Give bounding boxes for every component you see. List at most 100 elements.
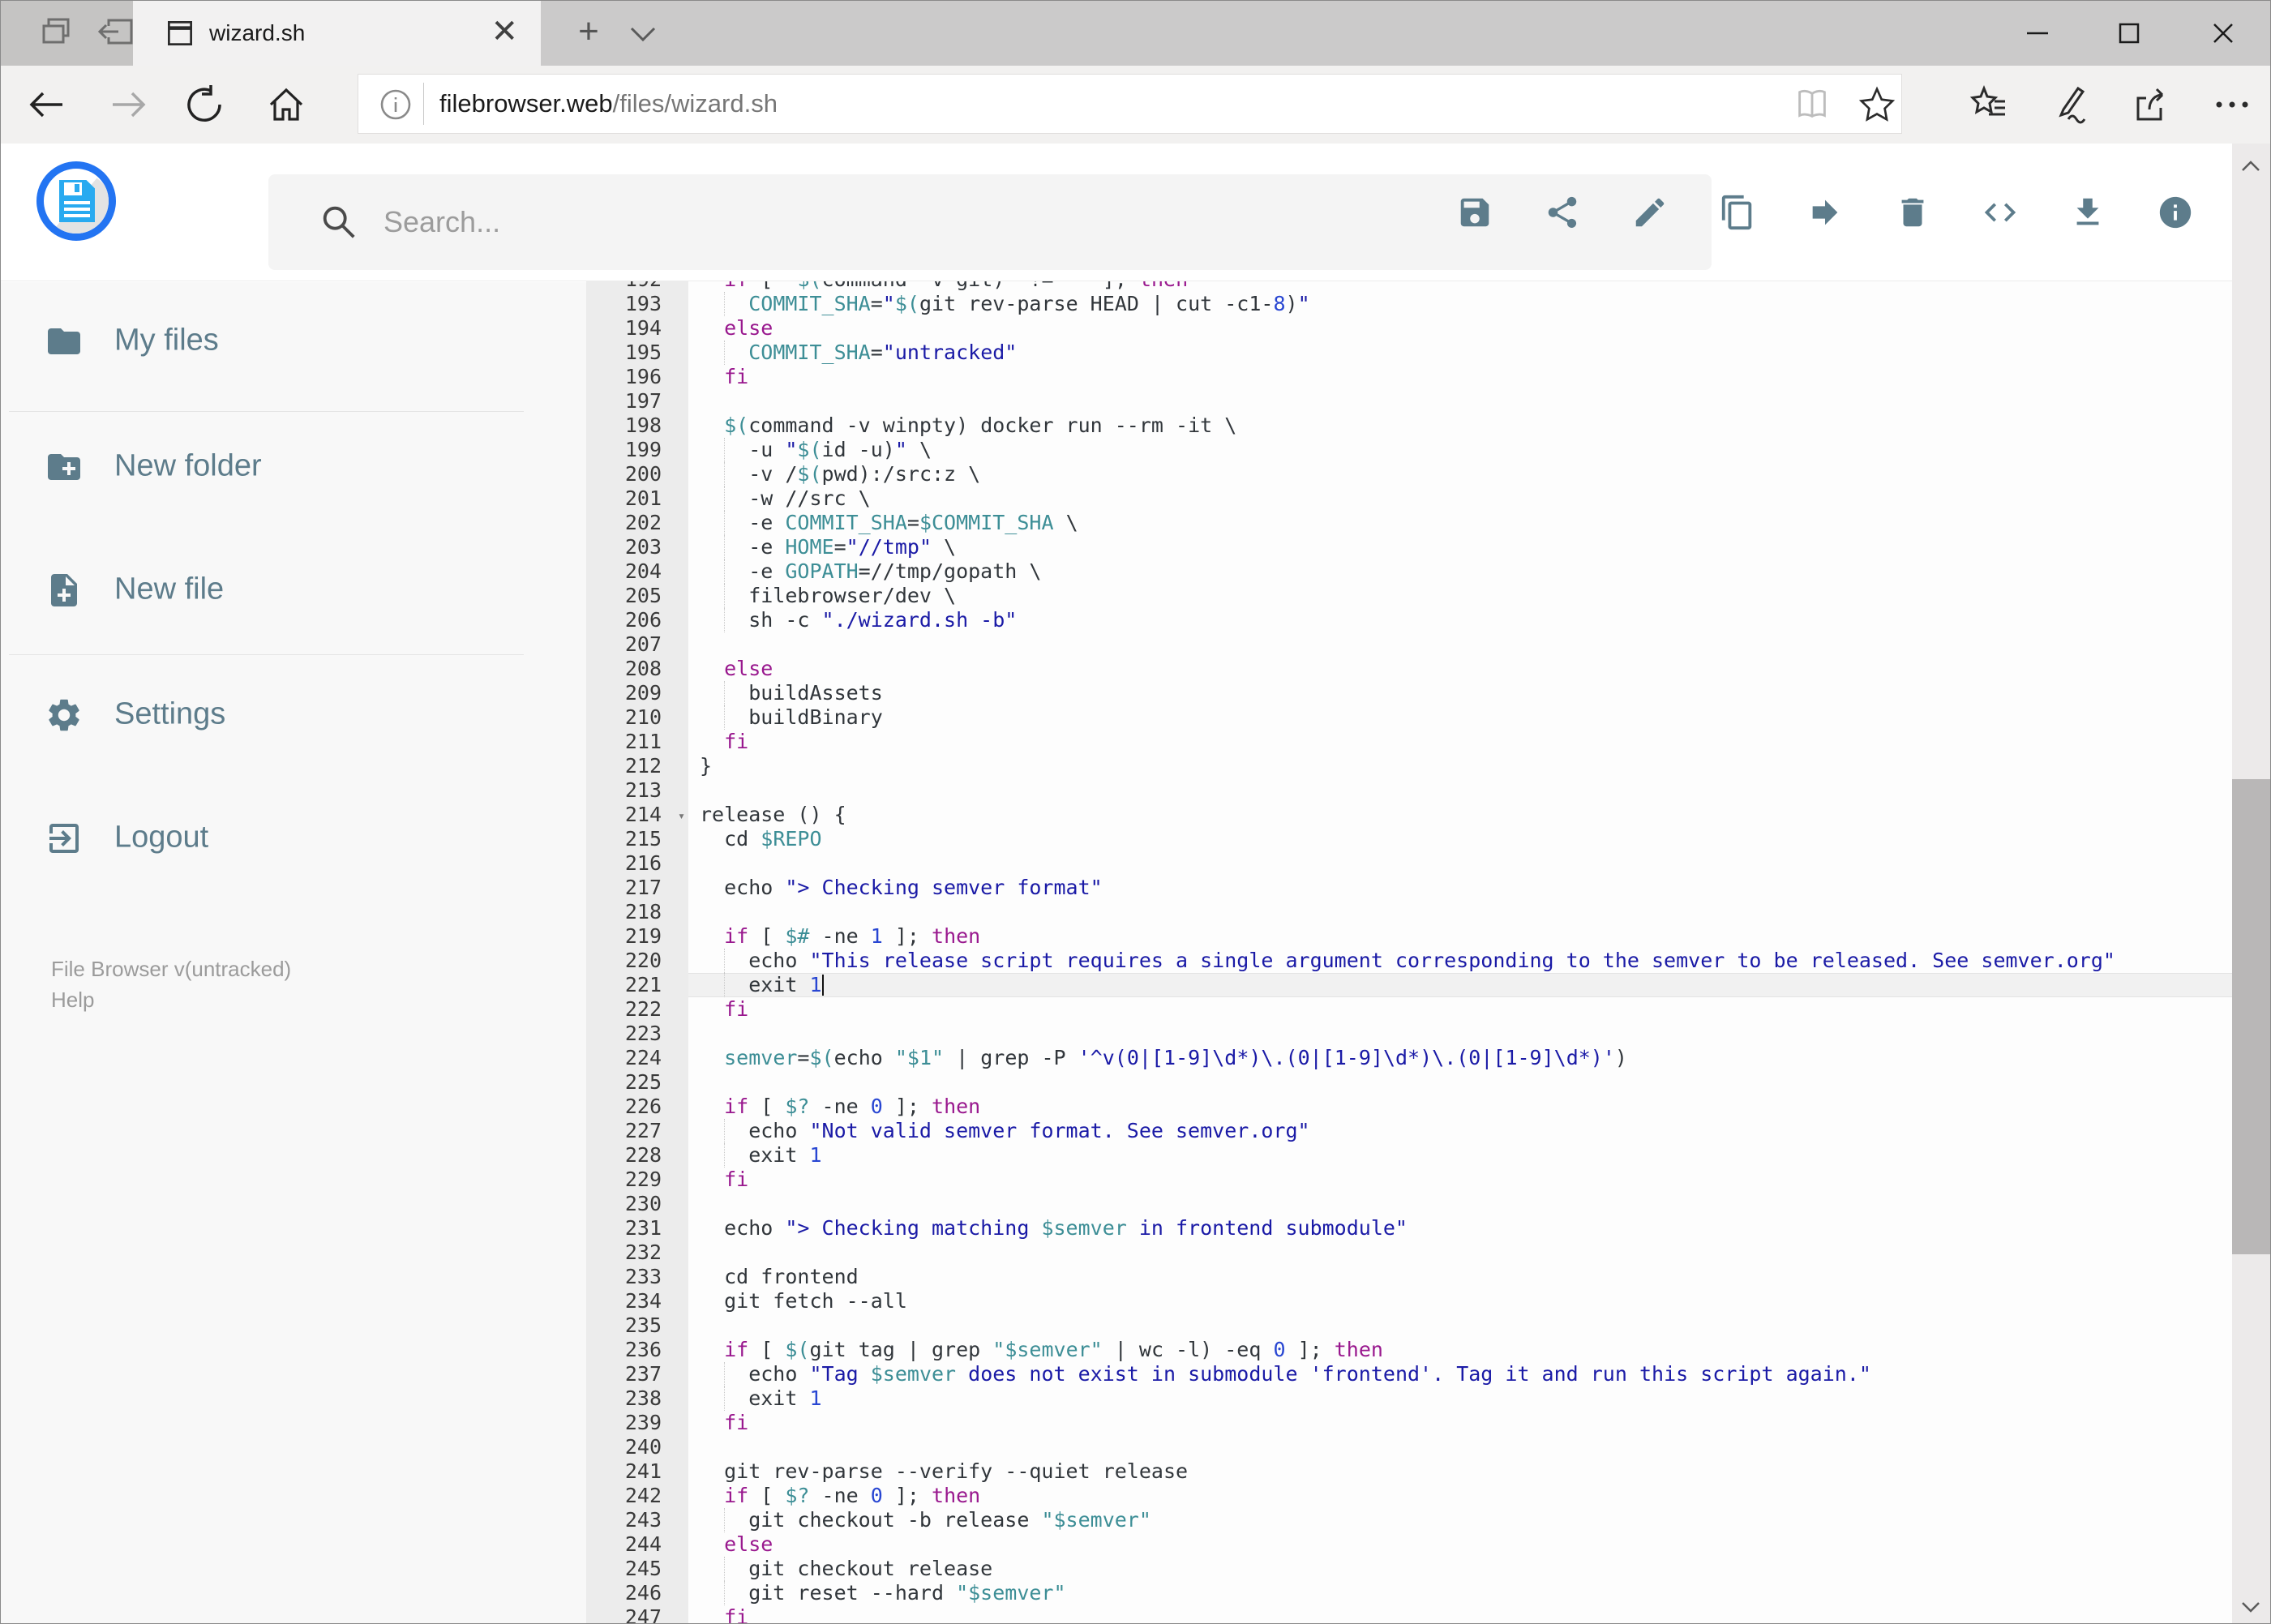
maximize-button[interactable] bbox=[2093, 1, 2166, 66]
code-line-192[interactable]: 192 if [ "$(command -v git)" != "" ]; th… bbox=[586, 281, 2234, 292]
sidebar-item-settings[interactable]: Settings bbox=[1, 671, 536, 760]
sidebar-item-logout[interactable]: Logout bbox=[1, 794, 536, 883]
code-line-225[interactable]: 225 bbox=[586, 1070, 2234, 1095]
minimize-button[interactable] bbox=[2001, 1, 2074, 66]
code-line-230[interactable]: 230 bbox=[586, 1192, 2234, 1216]
save-button[interactable] bbox=[1456, 194, 1493, 231]
code-line-214[interactable]: 214 ▾ release () { bbox=[586, 803, 2234, 827]
code-line-195[interactable]: 195 COMMIT_SHA="untracked" bbox=[586, 341, 2234, 365]
download-button[interactable] bbox=[2069, 194, 2106, 231]
code-line-239[interactable]: 239 fi bbox=[586, 1411, 2234, 1435]
code-line-242[interactable]: 242 if [ $? -ne 0 ]; then bbox=[586, 1484, 2234, 1508]
code-line-240[interactable]: 240 bbox=[586, 1435, 2234, 1459]
code-line-226[interactable]: 226 if [ $? -ne 0 ]; then bbox=[586, 1095, 2234, 1119]
code-line-202[interactable]: 202 -e COMMIT_SHA=$COMMIT_SHA \ bbox=[586, 511, 2234, 535]
home-icon[interactable] bbox=[265, 84, 307, 126]
code-line-198[interactable]: 198 $(command -v winpty) docker run --rm… bbox=[586, 413, 2234, 438]
code-line-201[interactable]: 201 -w //src \ bbox=[586, 486, 2234, 511]
scroll-down-icon[interactable] bbox=[2240, 1596, 2261, 1617]
page-scrollbar[interactable] bbox=[2232, 144, 2270, 1623]
code-editor[interactable]: 192 if [ "$(command -v git)" != "" ]; th… bbox=[586, 281, 2234, 1623]
code-line-211[interactable]: 211 fi bbox=[586, 730, 2234, 754]
sidebar-item-my-files[interactable]: My files bbox=[1, 297, 536, 386]
copy-button[interactable] bbox=[1719, 194, 1756, 231]
code-line-233[interactable]: 233 cd frontend bbox=[586, 1265, 2234, 1289]
code-line-207[interactable]: 207 bbox=[586, 632, 2234, 657]
url-text[interactable]: filebrowser.web/files/wizard.sh bbox=[439, 75, 778, 133]
code-line-246[interactable]: 246 git reset --hard "$semver" bbox=[586, 1581, 2234, 1605]
code-line-219[interactable]: 219 if [ $# -ne 1 ]; then bbox=[586, 924, 2234, 949]
code-line-209[interactable]: 209 buildAssets bbox=[586, 681, 2234, 705]
code-line-245[interactable]: 245 git checkout release bbox=[586, 1557, 2234, 1581]
code-line-223[interactable]: 223 bbox=[586, 1022, 2234, 1046]
tabs-overview-icon[interactable] bbox=[38, 12, 80, 54]
code-line-203[interactable]: 203 -e HOME="//tmp" \ bbox=[586, 535, 2234, 559]
code-line-210[interactable]: 210 buildBinary bbox=[586, 705, 2234, 730]
code-line-218[interactable]: 218 bbox=[586, 900, 2234, 924]
code-line-241[interactable]: 241 git rev-parse --verify --quiet relea… bbox=[586, 1459, 2234, 1484]
forward-icon[interactable] bbox=[108, 84, 150, 126]
code-line-229[interactable]: 229 fi bbox=[586, 1168, 2234, 1192]
code-line-205[interactable]: 205 filebrowser/dev \ bbox=[586, 584, 2234, 608]
new-tab-button[interactable]: + bbox=[566, 11, 611, 56]
code-line-193[interactable]: 193 COMMIT_SHA="$(git rev-parse HEAD | c… bbox=[586, 292, 2234, 316]
fold-arrow-icon[interactable]: ▾ bbox=[678, 803, 685, 828]
share-button[interactable] bbox=[1544, 194, 1581, 231]
code-line-237[interactable]: 237 echo "Tag $semver does not exist in … bbox=[586, 1362, 2234, 1386]
code-line-235[interactable]: 235 bbox=[586, 1313, 2234, 1338]
code-line-244[interactable]: 244 else bbox=[586, 1532, 2234, 1557]
code-line-238[interactable]: 238 exit 1 bbox=[586, 1386, 2234, 1411]
annotate-icon[interactable] bbox=[2049, 84, 2091, 126]
code-line-212[interactable]: 212} bbox=[586, 754, 2234, 778]
sidebar-item-new-folder[interactable]: New folder bbox=[1, 422, 536, 512]
move-button[interactable] bbox=[1806, 194, 1844, 231]
refresh-icon[interactable] bbox=[184, 84, 226, 126]
back-icon[interactable] bbox=[25, 84, 67, 126]
code-line-222[interactable]: 222 fi bbox=[586, 997, 2234, 1022]
code-line-220[interactable]: 220 echo "This release script requires a… bbox=[586, 949, 2234, 973]
scrollbar-thumb[interactable] bbox=[2232, 779, 2270, 1254]
sidebar-item-new-file[interactable]: New file bbox=[1, 546, 536, 635]
code-line-243[interactable]: 243 git checkout -b release "$semver" bbox=[586, 1508, 2234, 1532]
code-line-216[interactable]: 216 bbox=[586, 851, 2234, 876]
more-icon[interactable] bbox=[2211, 84, 2253, 126]
code-view-button[interactable] bbox=[1982, 194, 2019, 231]
page-info-icon[interactable] bbox=[378, 87, 413, 126]
code-line-221[interactable]: 221 exit 1 bbox=[586, 973, 2234, 997]
info-button[interactable] bbox=[2157, 194, 2194, 231]
code-line-194[interactable]: 194 else bbox=[586, 316, 2234, 341]
code-line-199[interactable]: 199 -u "$(id -u)" \ bbox=[586, 438, 2234, 462]
favorite-star-icon[interactable] bbox=[1857, 84, 1897, 129]
code-line-232[interactable]: 232 bbox=[586, 1240, 2234, 1265]
scroll-up-icon[interactable] bbox=[2240, 156, 2261, 178]
tab-preview-chevron-icon[interactable] bbox=[625, 22, 661, 50]
search-input[interactable] bbox=[382, 174, 1598, 270]
set-tabs-aside-icon[interactable] bbox=[95, 12, 137, 54]
code-line-204[interactable]: 204 -e GOPATH=//tmp/gopath \ bbox=[586, 559, 2234, 584]
delete-button[interactable] bbox=[1894, 194, 1931, 231]
edit-button[interactable] bbox=[1631, 194, 1669, 231]
close-button[interactable] bbox=[2187, 1, 2260, 66]
code-line-196[interactable]: 196 fi bbox=[586, 365, 2234, 389]
hub-icon[interactable] bbox=[1968, 84, 2010, 126]
code-line-236[interactable]: 236 if [ $(git tag | grep "$semver" | wc… bbox=[586, 1338, 2234, 1362]
code-line-234[interactable]: 234 git fetch --all bbox=[586, 1289, 2234, 1313]
tab-close-icon[interactable]: ✕ bbox=[491, 1, 518, 62]
share-icon[interactable] bbox=[2130, 84, 2172, 126]
help-link[interactable]: Help bbox=[51, 988, 94, 1013]
code-line-247[interactable]: 247 fi bbox=[586, 1605, 2234, 1623]
code-line-200[interactable]: 200 -v /$(pwd):/src:z \ bbox=[586, 462, 2234, 486]
browser-tab[interactable]: wizard.sh ✕ bbox=[133, 1, 541, 66]
code-line-224[interactable]: 224 semver=$(echo "$1" | grep -P '^v(0|[… bbox=[586, 1046, 2234, 1070]
code-line-206[interactable]: 206 sh -c "./wizard.sh -b" bbox=[586, 608, 2234, 632]
code-line-228[interactable]: 228 exit 1 bbox=[586, 1143, 2234, 1168]
code-line-227[interactable]: 227 echo "Not valid semver format. See s… bbox=[586, 1119, 2234, 1143]
filebrowser-logo-icon[interactable] bbox=[36, 161, 116, 241]
code-line-231[interactable]: 231 echo "> Checking matching $semver in… bbox=[586, 1216, 2234, 1240]
code-line-197[interactable]: 197 bbox=[586, 389, 2234, 413]
code-line-208[interactable]: 208 else bbox=[586, 657, 2234, 681]
code-line-213[interactable]: 213 bbox=[586, 778, 2234, 803]
code-line-217[interactable]: 217 echo "> Checking semver format" bbox=[586, 876, 2234, 900]
address-bar[interactable]: filebrowser.web/files/wizard.sh bbox=[358, 74, 1902, 134]
code-line-215[interactable]: 215 cd $REPO bbox=[586, 827, 2234, 851]
